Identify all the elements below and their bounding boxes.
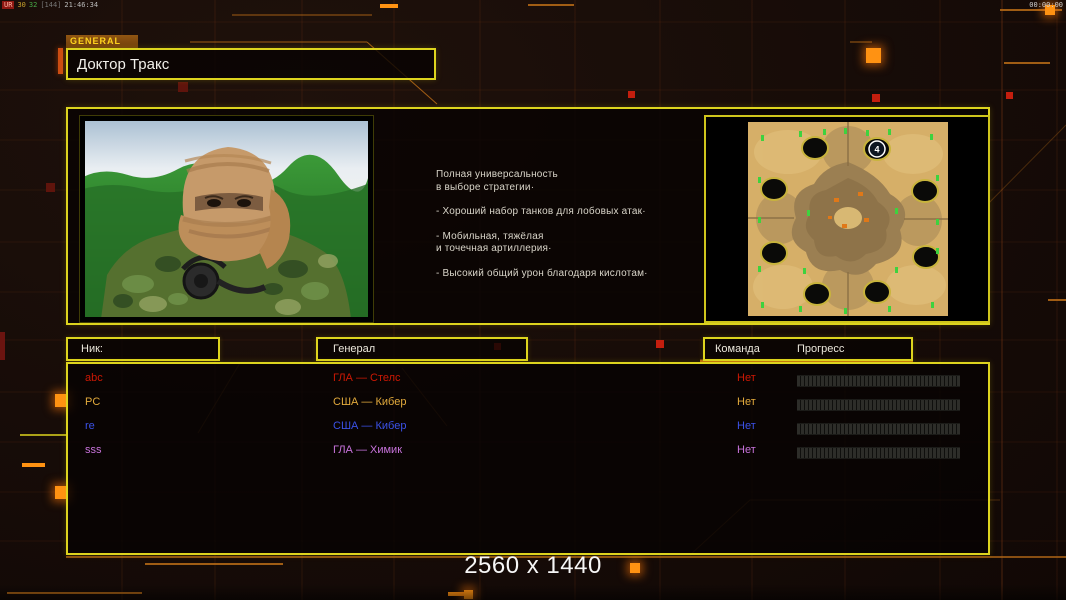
player-team: Нет	[737, 420, 756, 432]
description-paragraph: - Мобильная, тяжёлая и точечная артиллери…	[436, 230, 552, 255]
player-row[interactable]: PC США — Кибер Нет	[68, 393, 988, 417]
column-header-nick: Ник:	[66, 337, 220, 361]
header-nick-label: Ник:	[81, 343, 103, 355]
player-team: Нет	[737, 396, 756, 408]
description-paragraph: - Высокий общий урон благодаря кислотам·	[436, 267, 648, 279]
session-clock: 00:00:00	[1029, 1, 1063, 9]
general-tag-label: GENERAL	[66, 35, 138, 48]
svg-text:4: 4	[874, 145, 879, 155]
deco-square	[628, 91, 635, 98]
deco-square	[1006, 92, 1013, 99]
map-preview-image: 4	[748, 122, 948, 316]
player-general: США — Кибер	[333, 420, 407, 432]
player-row[interactable]: abc ГЛА — Стелс Нет	[68, 369, 988, 393]
deco-square	[656, 340, 664, 348]
player-nick: re	[85, 420, 95, 432]
deco-bar	[0, 332, 5, 360]
deco-square	[178, 82, 188, 92]
fps-stat-token: 30	[17, 1, 26, 9]
player-progress-bar	[797, 375, 960, 387]
player-nick: sss	[85, 444, 102, 456]
player-row[interactable]: re США — Кибер Нет	[68, 417, 988, 441]
player-nick: PC	[85, 396, 101, 408]
player-general: ГЛА — Химик	[333, 444, 403, 456]
general-name: Доктор Тракс	[77, 55, 170, 73]
player-team: Нет	[737, 444, 756, 456]
map-preview-panel: 4	[704, 115, 990, 323]
resolution-label: 2560 x 1440	[464, 552, 602, 579]
column-header-team-progress: Команда Прогресс	[703, 337, 913, 361]
map-slot-badge: 4	[868, 140, 886, 158]
deco-square	[464, 590, 473, 599]
header-progress-label: Прогресс	[797, 343, 845, 355]
player-nick: abc	[85, 372, 103, 384]
general-description: Полная универсальность в выборе стратегии…	[436, 169, 702, 292]
lobby-screen: UR 30 32 [144] 21:46:34 00:00:00 GENERAL Док…	[0, 0, 1066, 600]
general-info-panel: Полная универсальность в выборе стратегии…	[66, 107, 990, 325]
fps-stat-token: [144]	[40, 1, 62, 9]
fps-stat-token: 21:46:34	[64, 1, 99, 9]
player-progress-bar	[797, 399, 960, 411]
deco-square	[866, 48, 881, 63]
player-general: США — Кибер	[333, 396, 407, 408]
fps-stat-token: 32	[28, 1, 38, 9]
player-row[interactable]: sss ГЛА — Химик Нет	[68, 441, 988, 465]
header-team-label: Команда	[715, 343, 760, 355]
fps-stat-token: UR	[2, 1, 15, 9]
player-progress-bar	[797, 423, 960, 435]
description-paragraph: Полная универсальность в выборе стратегии…	[436, 169, 558, 193]
column-header-general: Генерал	[316, 337, 528, 361]
fps-overlay: UR 30 32 [144] 21:46:34	[2, 1, 101, 9]
deco-bar	[58, 48, 63, 74]
player-team: Нет	[737, 372, 756, 384]
deco-square	[46, 183, 55, 192]
player-list: abc ГЛА — Стелс Нет PC США — Кибер Нет re США —…	[66, 362, 990, 555]
general-name-box: Доктор Тракс	[66, 48, 436, 80]
description-paragraph: - Хороший набор танков для лобовых атак·	[436, 206, 646, 217]
player-progress-bar	[797, 447, 960, 459]
player-general: ГЛА — Стелс	[333, 372, 401, 384]
general-portrait	[79, 115, 374, 323]
deco-square	[872, 94, 880, 102]
header-general-label: Генерал	[333, 343, 376, 355]
